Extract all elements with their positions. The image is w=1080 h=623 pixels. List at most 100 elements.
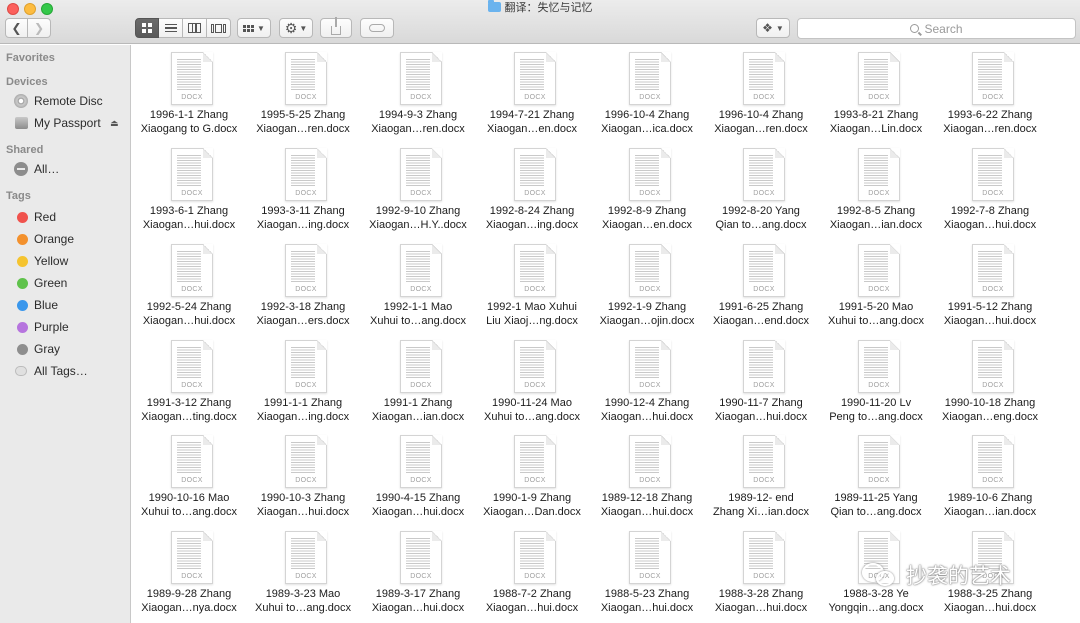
- file-item[interactable]: DOCX 1992-1-9 Zhang Xiaogan…ojin.docx: [590, 237, 704, 332]
- file-name: 1988-3-25 Zhang Xiaogan…hui.docx: [933, 588, 1047, 615]
- file-item[interactable]: DOCX 1996-10-4 Zhang Xiaogan…ren.docx: [704, 45, 818, 140]
- file-item[interactable]: DOCX 1990-12-4 Zhang Xiaogan…hui.docx: [590, 333, 704, 428]
- forward-button[interactable]: ❯: [28, 18, 51, 38]
- sidebar-item-shared-all[interactable]: All…: [14, 160, 59, 178]
- file-item[interactable]: DOCX 1992-3-18 Zhang Xiaogan…ers.docx: [246, 237, 360, 332]
- sidebar-item-label: Remote Disc: [34, 94, 103, 108]
- file-item[interactable]: DOCX 1990-11-20 Lv Peng to…ang.docx: [819, 333, 933, 428]
- docx-file-icon: DOCX: [285, 340, 327, 393]
- file-item[interactable]: DOCX 1988-3-28 Zhang Xiaogan…hui.docx: [704, 524, 818, 619]
- file-item[interactable]: DOCX 1992-1 Mao Xuhui Liu Xiaoj…ng.docx: [475, 237, 589, 332]
- file-item[interactable]: DOCX 1992-8-5 Zhang Xiaogan…ian.docx: [819, 141, 933, 236]
- search-field[interactable]: Search: [797, 18, 1076, 39]
- docx-file-icon: DOCX: [743, 148, 785, 201]
- file-item[interactable]: DOCX 1990-11-7 Zhang Xiaogan…hui.docx: [704, 333, 818, 428]
- file-item[interactable]: DOCX 1992-8-20 Yang Qian to…ang.docx: [704, 141, 818, 236]
- file-item[interactable]: DOCX 1990-4-15 Zhang Xiaogan…hui.docx: [361, 428, 475, 523]
- icon-view-button[interactable]: [135, 18, 159, 38]
- sidebar-item-remote-disc[interactable]: Remote Disc: [14, 92, 103, 110]
- file-name-line-2: Xiaogan…hui.docx: [600, 601, 694, 614]
- file-item[interactable]: DOCX 1989-12-18 Zhang Xiaogan…hui.docx: [590, 428, 704, 523]
- file-item[interactable]: DOCX 1996-10-4 Zhang Xiaogan…ica.docx: [590, 45, 704, 140]
- docx-file-icon: DOCX: [285, 148, 327, 201]
- dropbox-button[interactable]: ❖ ▼: [756, 18, 790, 38]
- sidebar-item-tag-alltags[interactable]: All Tags…: [14, 362, 88, 380]
- file-name-line-1: 1990-12-4 Zhang: [604, 397, 690, 409]
- docx-file-icon: DOCX: [285, 52, 327, 105]
- file-item[interactable]: DOCX 1995-5-25 Zhang Xiaogan…ren.docx: [246, 45, 360, 140]
- file-name: 1990-4-15 Zhang Xiaogan…hui.docx: [361, 492, 475, 519]
- sidebar-item-tag-green[interactable]: Green: [14, 274, 67, 292]
- file-name-line-2: Xiaogan…ren.docx: [943, 122, 1037, 135]
- file-item[interactable]: DOCX 1993-8-21 Zhang Xiaogan…Lin.docx: [819, 45, 933, 140]
- file-item[interactable]: DOCX 1991-3-12 Zhang Xiaogan…ting.docx: [132, 333, 246, 428]
- file-item[interactable]: DOCX 1990-10-16 Mao Xuhui to…ang.docx: [132, 428, 246, 523]
- sidebar-item-my-passport[interactable]: My Passport: [14, 114, 101, 132]
- file-item[interactable]: DOCX 1992-8-24 Zhang Xiaogan…ing.docx: [475, 141, 589, 236]
- finder-toolbar: 翻译：失忆与记忆 ❮ ❯ ▼ ⚙ ▼ ❖ ▼ Search: [0, 0, 1080, 44]
- icon-grid-icon: [142, 23, 152, 33]
- sidebar-item-label: Orange: [34, 232, 75, 246]
- tag-color-dot-icon: [16, 343, 28, 355]
- file-item[interactable]: DOCX 1992-5-24 Zhang Xiaogan…hui.docx: [132, 237, 246, 332]
- edit-tags-button[interactable]: [360, 18, 394, 38]
- file-name-line-2: Xiaogan…Lin.docx: [829, 122, 923, 135]
- window-title: 翻译：失忆与记忆: [0, 0, 1080, 15]
- file-item[interactable]: DOCX 1988-7-2 Zhang Xiaogan…hui.docx: [475, 524, 589, 619]
- docx-file-icon: DOCX: [285, 435, 327, 488]
- file-name-line-1: 1996-10-4 Zhang: [718, 109, 804, 121]
- file-item[interactable]: DOCX 1992-9-10 Zhang Xiaogan…H.Y..docx: [361, 141, 475, 236]
- share-button[interactable]: [320, 16, 352, 38]
- file-name-line-2: Xiaogan…ing.docx: [256, 218, 350, 231]
- file-item[interactable]: DOCX 1989-9-28 Zhang Xiaogan…nya.docx: [132, 524, 246, 619]
- sidebar-item-tag-yellow[interactable]: Yellow: [14, 252, 68, 270]
- file-item[interactable]: DOCX 1994-7-21 Zhang Xiaogan…en.docx: [475, 45, 589, 140]
- file-name-line-1: 1992-8-5 Zhang: [836, 205, 916, 217]
- file-item[interactable]: DOCX 1991-1-1 Zhang Xiaogan…ing.docx: [246, 333, 360, 428]
- file-item[interactable]: DOCX 1989-10-6 Zhang Xiaogan…ian.docx: [933, 428, 1047, 523]
- file-item[interactable]: DOCX 1993-6-22 Zhang Xiaogan…ren.docx: [933, 45, 1047, 140]
- file-item[interactable]: DOCX 1990-10-3 Zhang Xiaogan…hui.docx: [246, 428, 360, 523]
- file-item[interactable]: DOCX 1989-3-23 Mao Xuhui to…ang.docx: [246, 524, 360, 619]
- file-item[interactable]: DOCX 1991-5-20 Mao Xuhui to…ang.docx: [819, 237, 933, 332]
- cover-flow-button[interactable]: [207, 18, 231, 38]
- docx-file-icon: DOCX: [743, 244, 785, 297]
- sidebar-item-tag-gray[interactable]: Gray: [14, 340, 60, 358]
- file-item[interactable]: DOCX 1990-10-18 Zhang Xiaogan…eng.docx: [933, 333, 1047, 428]
- file-item[interactable]: DOCX 1989-11-25 Yang Qian to…ang.docx: [819, 428, 933, 523]
- file-item[interactable]: DOCX 1989-12- end Zhang Xi…ian.docx: [704, 428, 818, 523]
- file-item[interactable]: DOCX 1996-1-1 Zhang Xiaogang to G.docx: [132, 45, 246, 140]
- docx-file-icon: DOCX: [171, 244, 213, 297]
- file-name: 1989-12- end Zhang Xi…ian.docx: [704, 492, 818, 519]
- docx-file-icon: DOCX: [514, 340, 556, 393]
- file-item[interactable]: DOCX 1992-7-8 Zhang Xiaogan…hui.docx: [933, 141, 1047, 236]
- file-name-line-2: Xiaogan…ojin.docx: [599, 314, 695, 327]
- file-item[interactable]: DOCX 1991-1 Zhang Xiaogan…ian.docx: [361, 333, 475, 428]
- sidebar-item-tag-red[interactable]: Red: [14, 208, 56, 226]
- column-view-button[interactable]: [183, 18, 207, 38]
- file-item[interactable]: DOCX 1988-5-23 Zhang Xiaogan…hui.docx: [590, 524, 704, 619]
- file-item[interactable]: DOCX 1993-3-11 Zhang Xiaogan…ing.docx: [246, 141, 360, 236]
- file-item[interactable]: DOCX 1991-5-12 Zhang Xiaogan…hui.docx: [933, 237, 1047, 332]
- sidebar-item-tag-blue[interactable]: Blue: [14, 296, 58, 314]
- list-view-button[interactable]: [159, 18, 183, 38]
- docx-file-icon: DOCX: [858, 52, 900, 105]
- file-item[interactable]: DOCX 1992-8-9 Zhang Xiaogan…en.docx: [590, 141, 704, 236]
- file-name-line-2: Xiaogan…ian.docx: [943, 505, 1037, 518]
- file-type-badge: DOCX: [639, 94, 661, 101]
- eject-icon[interactable]: ⏏: [110, 118, 119, 129]
- file-name-line-2: Xiaogan…hui.docx: [943, 314, 1037, 327]
- file-item[interactable]: DOCX 1990-11-24 Mao Xuhui to…ang.docx: [475, 333, 589, 428]
- arrange-button[interactable]: ▼: [237, 18, 271, 38]
- file-item[interactable]: DOCX 1989-3-17 Zhang Xiaogan…hui.docx: [361, 524, 475, 619]
- sidebar-item-tag-orange[interactable]: Orange: [14, 230, 74, 248]
- docx-file-icon: DOCX: [400, 52, 442, 105]
- back-button[interactable]: ❮: [5, 18, 28, 38]
- file-item[interactable]: DOCX 1992-1-1 Mao Xuhui to…ang.docx: [361, 237, 475, 332]
- file-item[interactable]: DOCX 1993-6-1 Zhang Xiaogan…hui.docx: [132, 141, 246, 236]
- file-item[interactable]: DOCX 1991-6-25 Zhang Xiaogan…end.docx: [704, 237, 818, 332]
- file-item[interactable]: DOCX 1994-9-3 Zhang Xiaogan…ren.docx: [361, 45, 475, 140]
- sidebar-item-tag-purple[interactable]: Purple: [14, 318, 69, 336]
- file-item[interactable]: DOCX 1990-1-9 Zhang Xiaogan…Dan.docx: [475, 428, 589, 523]
- action-button[interactable]: ⚙ ▼: [279, 18, 313, 38]
